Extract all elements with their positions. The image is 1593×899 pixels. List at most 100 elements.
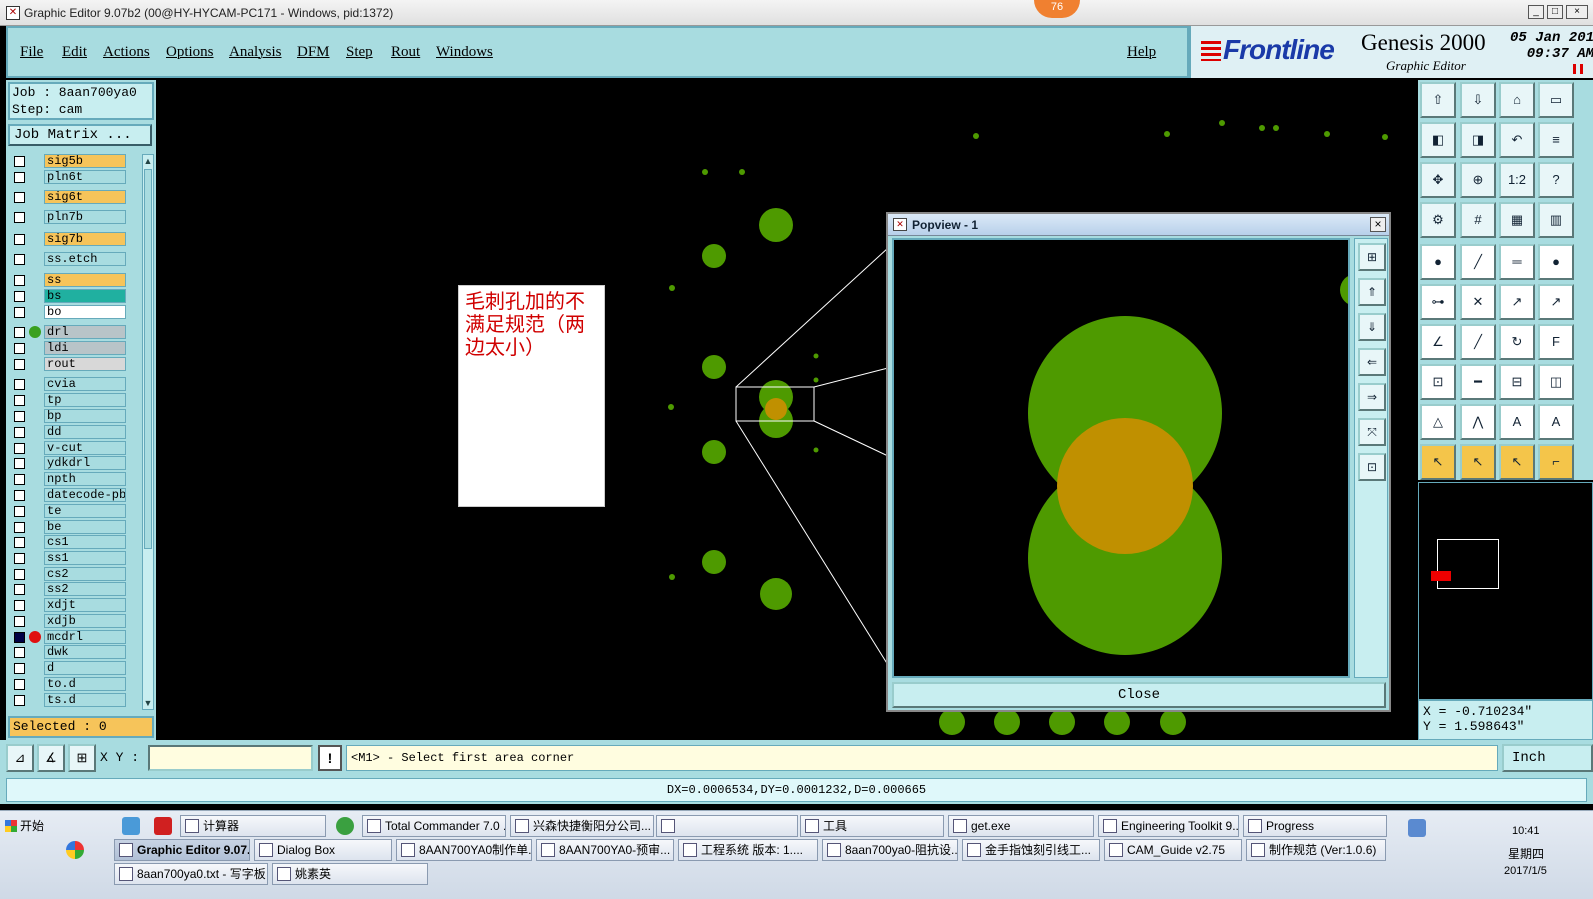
layer-name[interactable]: dd bbox=[44, 425, 126, 439]
layer-row[interactable]: pln6t bbox=[8, 170, 140, 184]
maximize-button[interactable]: □ bbox=[1547, 5, 1563, 19]
copy-tool-icon[interactable]: ↗ bbox=[1538, 284, 1574, 320]
scroll-up-icon[interactable]: ▲ bbox=[143, 155, 153, 167]
layer-checkbox[interactable] bbox=[14, 474, 25, 485]
taskbar-button[interactable]: 工程系统 版本: 1.... bbox=[678, 839, 818, 861]
layer-checkbox[interactable] bbox=[14, 411, 25, 422]
taskbar-button[interactable]: Total Commander 7.0 ... bbox=[362, 815, 506, 837]
layer-name[interactable]: ydkdrl bbox=[44, 456, 126, 470]
layer-row[interactable]: xdjt bbox=[8, 598, 140, 612]
taskbar-button[interactable]: get.exe bbox=[948, 815, 1094, 837]
layer-row[interactable]: datecode-pb bbox=[8, 488, 140, 502]
menu-edit[interactable]: Edit bbox=[62, 44, 87, 61]
layer-name[interactable]: bo bbox=[44, 305, 126, 319]
taskbar-button[interactable]: 8aan700ya0-阻抗设... bbox=[822, 839, 958, 861]
triangle-tool-icon[interactable]: △ bbox=[1420, 404, 1456, 440]
menu-rout[interactable]: Rout bbox=[391, 44, 420, 61]
taskbar-button[interactable]: Dialog Box bbox=[254, 839, 392, 861]
layer-name[interactable]: ss1 bbox=[44, 551, 126, 565]
layer-name[interactable]: be bbox=[44, 520, 126, 534]
layer-checkbox[interactable] bbox=[14, 192, 25, 203]
layer-checkbox[interactable] bbox=[14, 647, 25, 658]
layer-checkbox[interactable] bbox=[14, 156, 25, 167]
pdf-icon[interactable] bbox=[154, 817, 172, 835]
line-tool-icon[interactable]: ╱ bbox=[1460, 244, 1496, 280]
layer-name[interactable]: bp bbox=[44, 409, 126, 423]
windows-orb-icon[interactable] bbox=[66, 841, 84, 859]
minimize-button[interactable]: _ bbox=[1528, 5, 1544, 19]
layer-row[interactable]: ldi bbox=[8, 341, 140, 355]
quicklaunch-icon[interactable] bbox=[122, 817, 140, 835]
layer-checkbox[interactable] bbox=[14, 553, 25, 564]
layer-name[interactable]: mcdrl bbox=[44, 630, 126, 644]
pop-fit-icon[interactable]: ⤧ bbox=[1358, 418, 1386, 446]
layer-scrollbar[interactable]: ▲ ▼ bbox=[142, 154, 154, 710]
layer-name[interactable]: pln7b bbox=[44, 210, 126, 224]
layer-row[interactable]: bp bbox=[8, 409, 140, 423]
taskbar-button[interactable]: Engineering Toolkit 9.... bbox=[1098, 815, 1239, 837]
layer-row[interactable]: to.d bbox=[8, 677, 140, 691]
layer-checkbox[interactable] bbox=[14, 359, 25, 370]
angle-tool-icon[interactable]: ∠ bbox=[1420, 324, 1456, 360]
taskbar-button[interactable]: 8AAN700YA0-预审... bbox=[536, 839, 674, 861]
layer-row[interactable]: ts.d bbox=[8, 693, 140, 707]
layer-row[interactable]: mcdrl bbox=[8, 630, 140, 644]
scale-1-2-icon[interactable]: 1:2 bbox=[1499, 162, 1535, 198]
layer-row[interactable]: ss.etch bbox=[8, 252, 140, 266]
layer-row[interactable]: ydkdrl bbox=[8, 456, 140, 470]
layer-row[interactable]: drl bbox=[8, 325, 140, 339]
layer-row[interactable]: tp bbox=[8, 393, 140, 407]
cross-tool-icon[interactable]: ✕ bbox=[1460, 284, 1496, 320]
menu-options[interactable]: Options bbox=[166, 44, 214, 61]
arch-tool-icon[interactable]: A bbox=[1499, 404, 1535, 440]
zoom-center-icon[interactable]: ⊕ bbox=[1460, 162, 1496, 198]
layer-checkbox[interactable] bbox=[14, 395, 25, 406]
layer-checkbox[interactable] bbox=[14, 212, 25, 223]
layer-name[interactable]: cs2 bbox=[44, 567, 126, 581]
layer-name[interactable]: v-cut bbox=[44, 441, 126, 455]
layer-color-icon[interactable]: ▦ bbox=[1499, 202, 1535, 238]
layer-row[interactable]: sig6t bbox=[8, 190, 140, 204]
layer-row[interactable]: bs bbox=[8, 289, 140, 303]
layer-checkbox[interactable] bbox=[14, 569, 25, 580]
layer-name[interactable]: drl bbox=[44, 325, 126, 339]
layer-name[interactable]: pln6t bbox=[44, 170, 126, 184]
snap-corner-icon[interactable]: ⊿ bbox=[6, 744, 34, 772]
list-icon[interactable]: ≡ bbox=[1538, 122, 1574, 158]
popview-close-button[interactable]: Close bbox=[892, 682, 1386, 708]
menu-step[interactable]: Step bbox=[346, 44, 373, 61]
popview-close-x-button[interactable]: × bbox=[1370, 217, 1386, 232]
layer-checkbox[interactable] bbox=[14, 522, 25, 533]
select-box-icon[interactable]: ↖ bbox=[1460, 444, 1496, 480]
layer-row[interactable]: npth bbox=[8, 472, 140, 486]
window-icon[interactable]: ▭ bbox=[1538, 82, 1574, 118]
help-icon[interactable]: ? bbox=[1538, 162, 1574, 198]
layer-row[interactable]: ss2 bbox=[8, 582, 140, 596]
zoom-prev-icon[interactable]: ◧ bbox=[1420, 122, 1456, 158]
pop-zoom-in-icon[interactable]: ⊞ bbox=[1358, 243, 1386, 271]
layer-row[interactable]: cvia bbox=[8, 377, 140, 391]
layer-name[interactable]: ts.d bbox=[44, 693, 126, 707]
move-tool-icon[interactable]: ↗ bbox=[1499, 284, 1535, 320]
menu-windows[interactable]: Windows bbox=[436, 44, 493, 61]
snap-grid-icon[interactable]: ⊞ bbox=[68, 744, 96, 772]
layer-row[interactable]: be bbox=[8, 520, 140, 534]
layer-checkbox[interactable] bbox=[14, 600, 25, 611]
layer-name[interactable]: cvia bbox=[44, 377, 126, 391]
taskbar-button[interactable]: 8aan700ya0.txt - 写字板 bbox=[114, 863, 268, 885]
layer-checkbox[interactable] bbox=[14, 616, 25, 627]
layer-name[interactable]: ss2 bbox=[44, 582, 126, 596]
select-net-icon[interactable]: ⌐ bbox=[1538, 444, 1574, 480]
pop-pan-up-icon[interactable]: ⇑ bbox=[1358, 278, 1386, 306]
save-icon[interactable]: ⇩ bbox=[1460, 82, 1496, 118]
layer-checkbox[interactable] bbox=[14, 234, 25, 245]
scroll-thumb[interactable] bbox=[144, 169, 152, 549]
layer-row[interactable]: dd bbox=[8, 425, 140, 439]
layer-row[interactable]: ss bbox=[8, 273, 140, 287]
layer-name[interactable]: sig7b bbox=[44, 232, 126, 246]
layer-name[interactable]: ss bbox=[44, 273, 126, 287]
bar-tool-icon[interactable]: ━ bbox=[1460, 364, 1496, 400]
arc-tool-icon[interactable]: ↻ bbox=[1499, 324, 1535, 360]
layer-row[interactable]: dwk bbox=[8, 645, 140, 659]
pop-pan-right-icon[interactable]: ⇒ bbox=[1358, 383, 1386, 411]
